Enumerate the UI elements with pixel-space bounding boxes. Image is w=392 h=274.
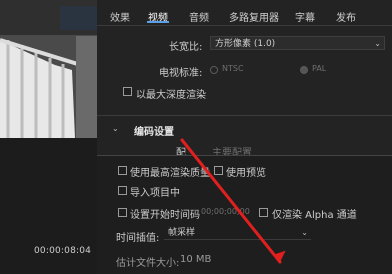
annotation-arrow <box>180 138 286 264</box>
